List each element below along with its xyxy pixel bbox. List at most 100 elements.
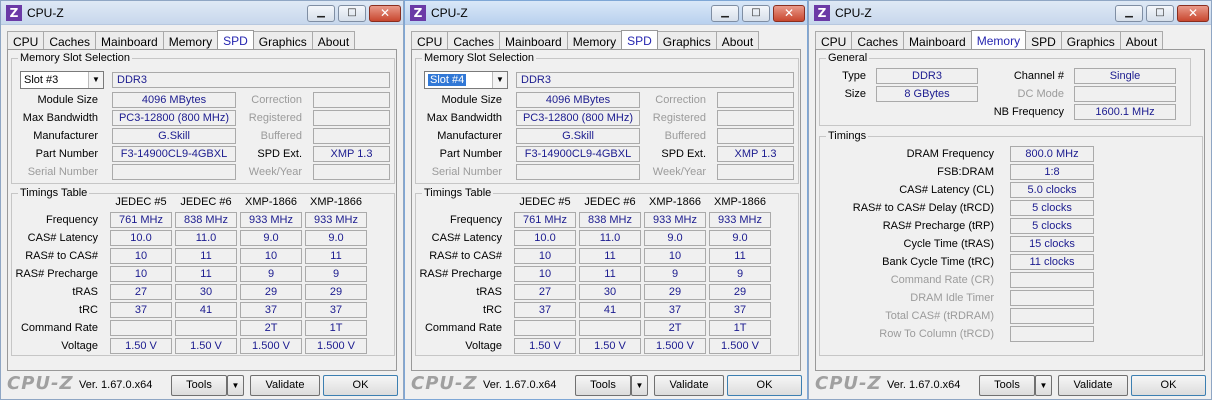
timings-row-label: RAS# to CAS# [429,250,502,262]
maximize-button[interactable]: □ [338,5,366,22]
memory-timing-value: 15 clocks [1010,236,1094,252]
buffered-label: Buffered [260,130,302,142]
memory-timing-label: Command Rate (CR) [890,274,994,286]
close-button[interactable]: ✕ [773,5,805,22]
timings-cell: 9 [644,266,706,282]
size-label: Size [844,88,866,100]
timings-cell: 11 [175,248,237,264]
timings-column-header: JEDEC #6 [180,196,232,208]
timings-cell: 1.500 V [305,338,367,354]
tools-dropdown-button[interactable]: ▼ [227,375,244,396]
slot-select[interactable]: Slot #4 ▼ [424,71,508,89]
timings-cell: 30 [579,284,641,300]
serial-number-label: Serial Number [27,166,98,178]
close-button[interactable]: ✕ [369,5,401,22]
close-button[interactable]: ✕ [1177,5,1209,22]
tab-memory[interactable]: Memory [162,31,219,51]
timings-cell: 27 [110,284,172,300]
correction-label: Correction [251,94,302,106]
title-bar[interactable]: Z CPU-Z ▁ □ ✕ [809,1,1211,25]
timings-row-label: CAS# Latency [27,232,98,244]
timings-cell: 9.0 [240,230,302,246]
tab-graphics[interactable]: Graphics [1060,31,1121,51]
tab-cpu[interactable]: CPU [411,31,449,51]
timings-cell: 11 [175,266,237,282]
timings-row-label: Command Rate [20,322,98,334]
channel-value: Single [1074,68,1176,84]
maximize-button[interactable]: □ [742,5,770,22]
timings-cell [514,320,576,336]
tab-graphics[interactable]: Graphics [252,31,313,51]
ok-button[interactable]: OK [323,375,398,396]
timings-cell: 10 [110,248,172,264]
tab-about[interactable]: About [1119,31,1164,51]
timings-cell: 37 [240,302,302,318]
timings-cell: 11 [579,248,641,264]
tab-mainboard[interactable]: Mainboard [903,31,972,51]
timings-row-label: tRC [483,304,502,316]
tab-caches[interactable]: Caches [447,31,501,51]
footer-bar: CPU-Z Ver. 1.67.0.x64 Tools ▼ Validate O… [1,371,403,399]
part-number-value: F3-14900CL9-4GBXL [516,146,640,162]
tab-caches[interactable]: Caches [851,31,905,51]
timings-cell: 838 MHz [579,212,641,228]
tab-graphics[interactable]: Graphics [656,31,717,51]
memory-panel: General Type DDR3 Size 8 GBytes Channel … [815,49,1205,371]
slot-select[interactable]: Slot #3 ▼ [20,71,104,89]
tab-cpu[interactable]: CPU [7,31,45,51]
timings-cell: 9 [240,266,302,282]
correction-value [313,92,390,108]
timings-row-label: Voltage [465,340,502,352]
timings-cell: 30 [175,284,237,300]
timings-table-legend: Timings Table [20,187,88,199]
timings-cell: 1.50 V [110,338,172,354]
tools-button[interactable]: Tools [171,375,227,396]
timings-cell [110,320,172,336]
tab-mainboard[interactable]: Mainboard [499,31,568,51]
tools-button[interactable]: Tools [575,375,631,396]
timings-cell: 1T [709,320,771,336]
maximize-button[interactable]: □ [1146,5,1174,22]
manufacturer-label: Manufacturer [33,130,98,142]
timings-cell: 37 [305,302,367,318]
minimize-button[interactable]: ▁ [711,5,739,22]
footer-bar: CPU-Z Ver. 1.67.0.x64 Tools ▼ Validate O… [809,371,1211,399]
timings-cell: 29 [240,284,302,300]
ok-button[interactable]: OK [1131,375,1206,396]
memory-timing-value [1010,308,1094,324]
validate-button[interactable]: Validate [250,375,320,396]
memory-timing-label: Total CAS# (tRDRAM) [885,310,994,322]
spd-ext-label: SPD Ext. [661,148,706,160]
memory-timing-value: 11 clocks [1010,254,1094,270]
title-bar[interactable]: Z CPU-Z ▁ □ ✕ [405,1,807,25]
title-bar[interactable]: Z CPU-Z ▁ □ ✕ [1,1,403,25]
memory-timing-label: RAS# to CAS# Delay (tRCD) [852,202,994,214]
tab-cpu[interactable]: CPU [815,31,853,51]
tools-dropdown-button[interactable]: ▼ [1035,375,1052,396]
timings-row-label: Voltage [61,340,98,352]
tools-button[interactable]: Tools [979,375,1035,396]
tab-spd[interactable]: SPD [1025,31,1062,51]
tab-about[interactable]: About [715,31,760,51]
timings-cell: 37 [110,302,172,318]
minimize-button[interactable]: ▁ [307,5,335,22]
tab-about[interactable]: About [311,31,356,51]
memory-timing-label: DRAM Frequency [906,148,994,160]
tab-bar: CPU Caches Mainboard Memory SPD Graphics About [7,29,356,52]
validate-button[interactable]: Validate [1058,375,1128,396]
timings-column-header: XMP-1866 [245,196,297,208]
validate-button[interactable]: Validate [654,375,724,396]
timings-column-header: XMP-1866 [310,196,362,208]
ok-button[interactable]: OK [727,375,802,396]
minimize-button[interactable]: ▁ [1115,5,1143,22]
timings-cell: 10.0 [110,230,172,246]
timings-cell: 37 [709,302,771,318]
tab-memory[interactable]: Memory [566,31,623,51]
tab-caches[interactable]: Caches [43,31,97,51]
buffered-value [717,128,794,144]
timings-row-label: tRAS [476,286,502,298]
tools-dropdown-button[interactable]: ▼ [631,375,648,396]
timings-cell: 11.0 [579,230,641,246]
tab-mainboard[interactable]: Mainboard [95,31,164,51]
week-year-label: Week/Year [248,166,302,178]
